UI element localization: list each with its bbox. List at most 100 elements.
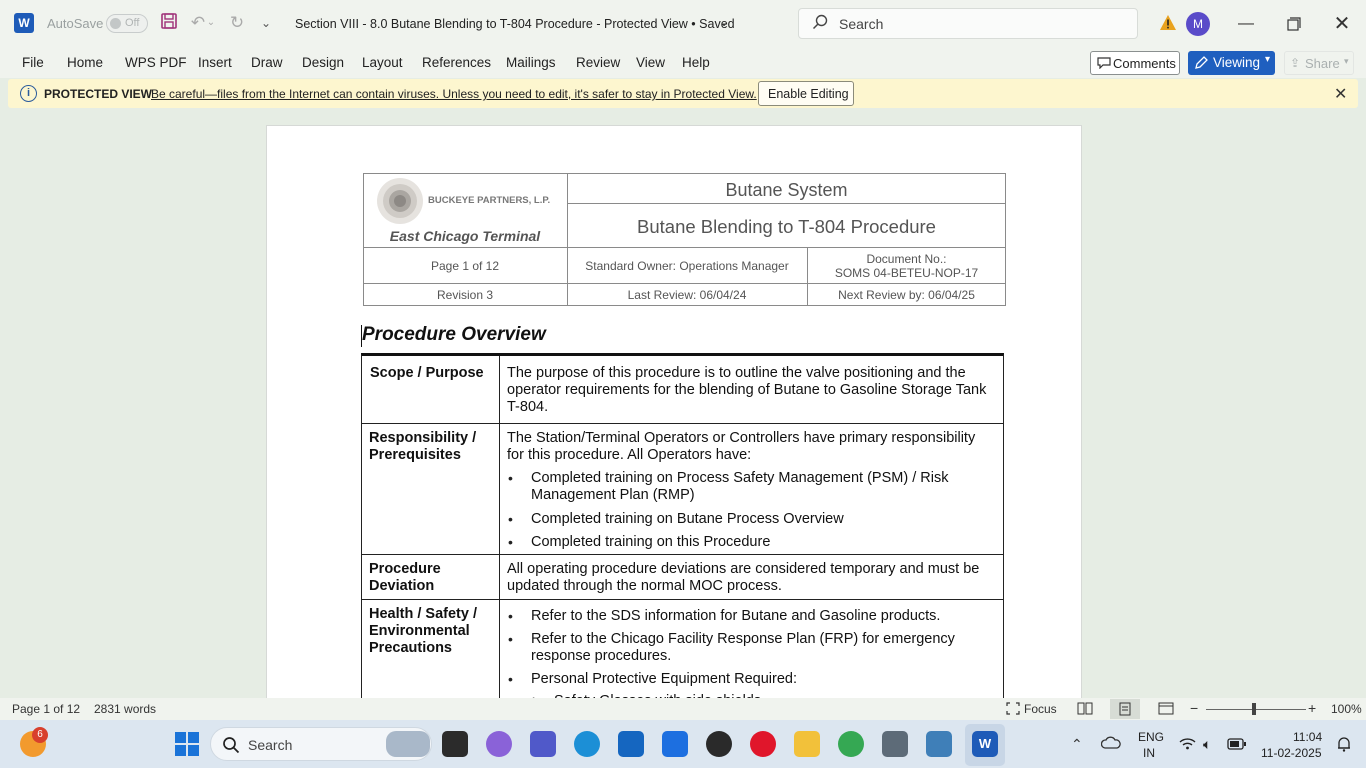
hse-bullet-1: Refer to the SDS information for Butane …	[531, 608, 941, 624]
notification-bell-icon[interactable]	[1337, 737, 1351, 755]
share-label: Share	[1305, 56, 1340, 71]
hse-bullet-2-line-1: Refer to the Chicago Facility Response P…	[531, 631, 955, 647]
hse-label-3: Precautions	[369, 640, 452, 656]
menu-home[interactable]: Home	[67, 55, 103, 70]
resp-bullet-2: Completed training on Butane Process Ove…	[531, 511, 844, 527]
bullet-icon: •	[508, 631, 513, 647]
volume-icon[interactable]: 🔈︎	[1203, 736, 1211, 753]
menu-review[interactable]: Review	[576, 55, 620, 70]
search-icon	[222, 736, 240, 757]
tray-chevron-icon[interactable]: ⌃	[1071, 736, 1083, 753]
wifi-icon[interactable]	[1179, 737, 1196, 753]
header-next-review: Next Review by: 06/04/25	[838, 288, 975, 302]
document-title[interactable]: Section VIII - 8.0 Butane Blending to T-…	[295, 17, 735, 31]
menu-file[interactable]: File	[22, 55, 44, 70]
save-icon[interactable]	[158, 12, 180, 34]
menu-view[interactable]: View	[636, 55, 665, 70]
zoom-level[interactable]: 100%	[1331, 702, 1362, 716]
store-icon[interactable]	[618, 731, 644, 757]
file-explorer-icon[interactable]	[794, 731, 820, 757]
menu-insert[interactable]: Insert	[198, 55, 232, 70]
word-taskbar-icon[interactable]: W	[972, 731, 998, 757]
header-revision: Revision 3	[436, 288, 494, 302]
responsibility-line-1: The Station/Terminal Operators or Contro…	[507, 430, 976, 446]
print-layout-icon[interactable]	[1110, 699, 1140, 719]
language-primary[interactable]: ENG	[1138, 730, 1164, 744]
viewing-dropdown-icon: ▾	[1265, 54, 1271, 65]
language-secondary[interactable]: IN	[1143, 746, 1155, 760]
copilot-icon[interactable]	[486, 731, 512, 757]
hse-label-1: Health / Safety /	[369, 606, 477, 622]
status-word-count[interactable]: 2831 words	[94, 702, 156, 716]
menu-draw[interactable]: Draw	[251, 55, 283, 70]
autosave-toggle[interactable]: Off	[106, 14, 148, 33]
share-button[interactable]: ⇪ Share ▾	[1284, 51, 1354, 75]
warning-icon[interactable]	[1159, 14, 1177, 34]
redo-icon[interactable]: ↻	[226, 12, 248, 34]
word-logo-icon: W	[14, 13, 34, 33]
zoom-slider-thumb[interactable]	[1252, 703, 1256, 715]
menu-wps-pdf[interactable]: WPS PDF	[125, 55, 187, 70]
zoom-in-icon[interactable]: +	[1308, 700, 1316, 716]
close-bar-icon[interactable]: ✕	[1334, 84, 1347, 104]
zoom-slider[interactable]	[1206, 709, 1306, 710]
chrome-icon[interactable]	[838, 731, 864, 757]
start-icon[interactable]	[175, 732, 199, 759]
bullet-icon: •	[508, 511, 513, 527]
read-mode-icon[interactable]	[1077, 702, 1093, 718]
widgets-badge: 6	[32, 727, 48, 743]
pen-icon	[1194, 55, 1209, 73]
enable-editing-button[interactable]: Enable Editing	[758, 81, 854, 106]
bullet-icon: •	[508, 470, 513, 486]
autosave-state: Off	[125, 17, 140, 29]
menu-references[interactable]: References	[422, 55, 491, 70]
search-placeholder: Search	[839, 16, 884, 32]
menu-mailings[interactable]: Mailings	[506, 55, 556, 70]
info-icon: i	[20, 85, 37, 102]
status-page[interactable]: Page 1 of 12	[12, 702, 80, 716]
buckeye-logo-icon	[376, 177, 424, 225]
clock-date[interactable]: 11-02-2025	[1261, 746, 1322, 760]
share-dropdown-icon: ▾	[1344, 56, 1349, 66]
viewing-mode-button[interactable]: Viewing ▾	[1188, 51, 1275, 75]
hse-bullet-3: Personal Protective Equipment Required:	[531, 671, 797, 687]
zoom-out-icon[interactable]: −	[1190, 700, 1198, 716]
autosave-label: AutoSave	[47, 16, 104, 31]
close-window-icon[interactable]: ✕	[1327, 10, 1357, 38]
protected-view-message-link[interactable]: Be careful—files from the Internet can c…	[151, 87, 757, 101]
maximize-icon[interactable]	[1279, 10, 1309, 38]
undo-dropdown-icon[interactable]: ⌄	[205, 12, 217, 34]
responsibility-label-2: Prerequisites	[369, 447, 461, 463]
menu-layout[interactable]: Layout	[362, 55, 403, 70]
power-automate-icon[interactable]	[662, 731, 688, 757]
menu-help[interactable]: Help	[682, 55, 710, 70]
resp-bullet-3: Completed training on this Procedure	[531, 534, 771, 550]
focus-icon[interactable]	[1006, 702, 1020, 715]
menu-design[interactable]: Design	[302, 55, 344, 70]
app-icon[interactable]	[882, 731, 908, 757]
comments-label: Comments	[1113, 56, 1176, 71]
company-name: BUCKEYE PARTNERS, L.P.	[428, 195, 551, 206]
edge-icon[interactable]	[574, 731, 600, 757]
avatar[interactable]: M	[1186, 12, 1210, 36]
title-chevron-icon[interactable]: ⌄	[719, 15, 729, 29]
photos-icon[interactable]	[926, 731, 952, 757]
comments-button[interactable]: Comments	[1090, 51, 1180, 75]
scope-line-3: T-804.	[507, 399, 549, 415]
task-view-icon[interactable]	[442, 731, 468, 757]
teams-icon[interactable]	[530, 731, 556, 757]
battery-icon[interactable]	[1227, 738, 1246, 753]
resp-bullet-1-line-2: Management Plan (RMP)	[531, 487, 695, 503]
scope-line-2: operator requirements for the blending o…	[507, 382, 987, 398]
focus-label[interactable]: Focus	[1024, 702, 1057, 716]
terminal-name: East Chicago Terminal	[389, 228, 541, 244]
onedrive-sync-icon[interactable]	[1100, 736, 1121, 753]
dell-icon[interactable]	[706, 731, 732, 757]
clock-time[interactable]: 11:04	[1293, 730, 1322, 744]
minimize-icon[interactable]: —	[1231, 10, 1261, 38]
hse-label-2: Environmental	[369, 623, 470, 639]
web-layout-icon[interactable]	[1158, 702, 1174, 718]
taskbar-search-label: Search	[248, 737, 293, 753]
customize-toolbar-icon[interactable]: ⌄	[255, 12, 277, 34]
opera-icon[interactable]	[750, 731, 776, 757]
